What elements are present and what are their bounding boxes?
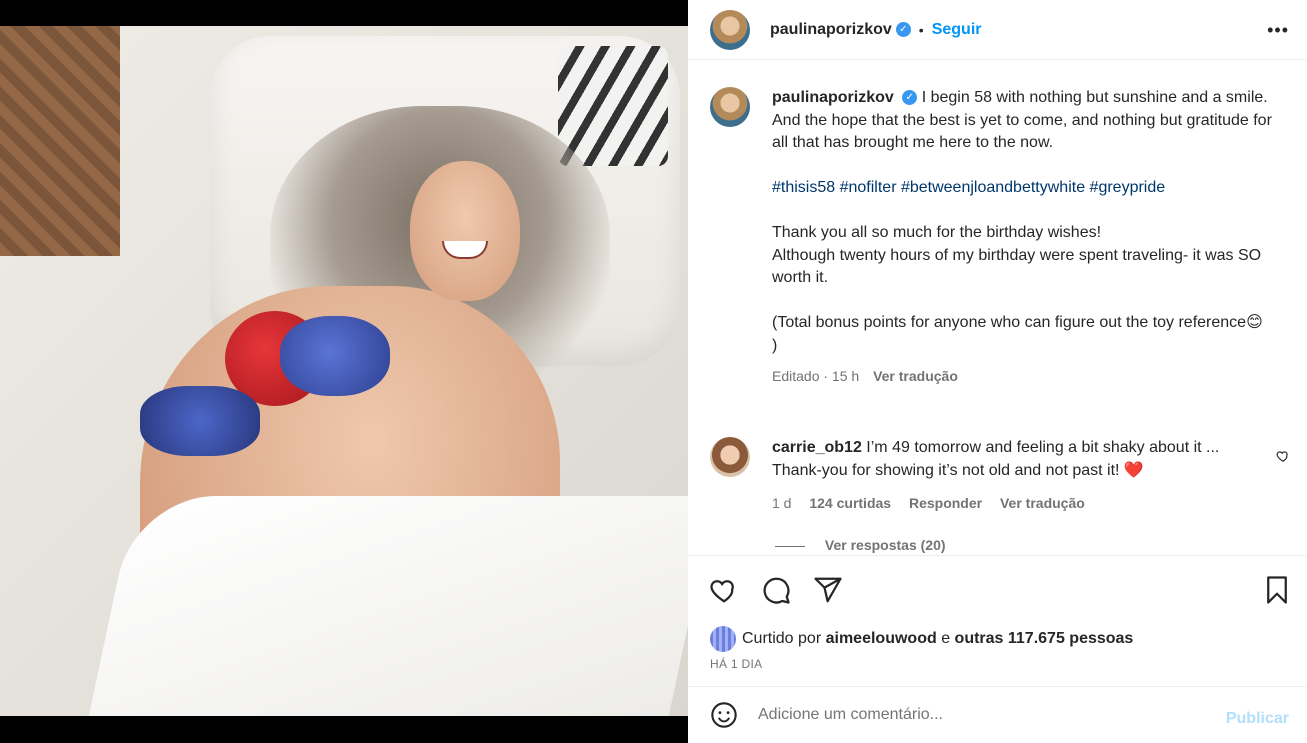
post-media[interactable] — [0, 0, 688, 743]
caption-hashtags[interactable]: #thisis58 #nofilter #betweenjloandbettyw… — [772, 177, 1272, 200]
comment-age: 1 d — [772, 495, 792, 511]
caption-line-4: Thank you all so much for the birthday w… — [772, 224, 1102, 241]
caption-text: paulinaporizkov ✓ I begin 58 with nothin… — [772, 87, 1272, 388]
likes-others[interactable]: outras 117.675 pessoas — [955, 630, 1134, 648]
translate-caption-link[interactable]: Ver tradução — [873, 368, 958, 384]
comment-meta: 1 d 124 curtidas Responder Ver tradução — [772, 492, 1242, 515]
caption-line-2: And the hope that the best is yet to com… — [772, 111, 1272, 152]
post-time[interactable]: HÁ 1 DIA — [710, 657, 762, 671]
action-icons — [708, 574, 844, 606]
post-side-panel: paulinaporizkov ✓ • Seguir ••• paulinapo… — [688, 0, 1307, 743]
caption-line-6: (Total bonus points for anyone who can f… — [772, 314, 1263, 354]
caption-line-5: Although twenty hours of my birthday wer… — [772, 246, 1262, 287]
wood-floor — [0, 26, 120, 256]
view-replies[interactable]: Ver respostas (20) — [775, 537, 946, 553]
more-options-icon[interactable]: ••• — [1267, 20, 1289, 41]
blue-plush-toy — [280, 316, 390, 396]
liker-avatar[interactable] — [710, 626, 736, 652]
commenter-avatar[interactable] — [710, 437, 750, 477]
post-photo — [0, 26, 688, 716]
caption-edited-time: Editado · 15 h — [772, 368, 860, 384]
share-icon[interactable] — [812, 574, 844, 606]
post-header: paulinaporizkov ✓ • Seguir ••• — [688, 0, 1307, 60]
instagram-post-modal: paulinaporizkov ✓ • Seguir ••• paulinapo… — [0, 0, 1307, 743]
comment-like-heart-icon[interactable] — [1276, 449, 1290, 466]
like-heart-icon[interactable] — [708, 574, 740, 606]
save-bookmark-icon[interactable] — [1261, 574, 1293, 606]
comment-likes[interactable]: 124 curtidas — [809, 495, 891, 511]
verified-badge-icon: ✓ — [895, 22, 911, 37]
commenter-username[interactable]: carrie_ob12 — [772, 439, 862, 456]
white-sheet — [84, 496, 688, 716]
add-comment-bar: Publicar — [688, 686, 1307, 743]
likes-prefix: Curtido por — [742, 630, 822, 647]
likes-summary: Curtido por aimeelouwood e outras 117.67… — [710, 626, 1133, 652]
comment-item: carrie_ob12 I’m 49 tomorrow and feeling … — [710, 437, 1290, 515]
striped-pillow — [558, 46, 668, 166]
view-replies-label[interactable]: Ver respostas (20) — [825, 537, 946, 553]
liker-username[interactable]: aimeelouwood — [826, 630, 937, 648]
replies-divider — [775, 545, 805, 547]
post-caption: paulinaporizkov ✓ I begin 58 with nothin… — [710, 87, 1290, 388]
separator-dot: • — [918, 21, 924, 38]
comment-icon[interactable] — [760, 574, 792, 606]
follow-button[interactable]: Seguir — [932, 21, 982, 39]
caption-avatar[interactable] — [710, 87, 750, 127]
translate-comment-link[interactable]: Ver tradução — [1000, 495, 1085, 511]
caption-username[interactable]: paulinaporizkov — [772, 89, 894, 106]
comment-input[interactable] — [758, 706, 1307, 724]
face — [410, 161, 520, 301]
caption-line-1: I begin 58 with nothing but sunshine and… — [921, 89, 1268, 106]
comment-text: carrie_ob12 I’m 49 tomorrow and feeling … — [772, 437, 1242, 515]
likes-middle: e — [941, 630, 951, 647]
publish-button[interactable]: Publicar — [1226, 710, 1289, 728]
reply-button[interactable]: Responder — [909, 495, 982, 511]
caption-meta: Editado · 15 h Ver tradução — [772, 365, 1272, 388]
author-username[interactable]: paulinaporizkov — [770, 21, 892, 39]
author-avatar[interactable] — [710, 9, 750, 50]
verified-badge-icon: ✓ — [902, 90, 918, 106]
blue-plush-toy-legs — [140, 386, 260, 456]
emoji-icon[interactable] — [708, 699, 740, 731]
